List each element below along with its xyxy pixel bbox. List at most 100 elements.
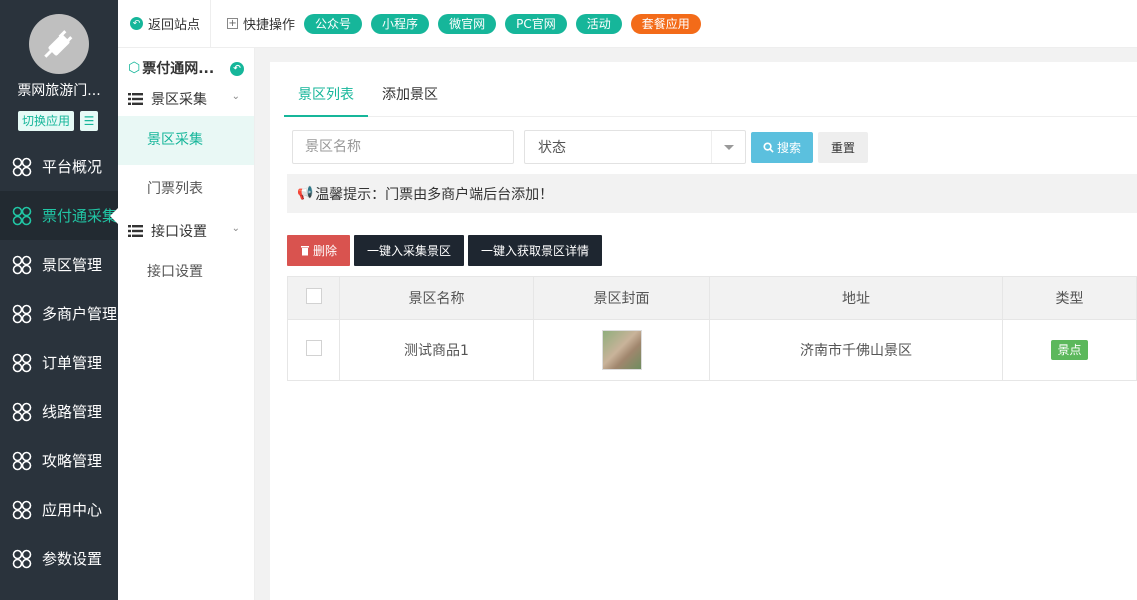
site-logo-avatar[interactable] [29, 14, 89, 74]
submenu-item-0-0[interactable]: 景区采集 [118, 116, 254, 165]
quick-tag-1[interactable]: 小程序 [371, 13, 430, 34]
list-icon [128, 225, 143, 237]
clover-icon [12, 353, 32, 372]
sidebar-item-label: 票付通采集 [42, 207, 118, 225]
sidebar-item-4[interactable]: 订单管理 [0, 338, 118, 387]
tip-banner: 📢 温馨提示：门票由多商户端后台添加！ [287, 174, 1137, 213]
submenu-group-0[interactable]: 景区采集 ⌄ [118, 88, 254, 110]
quick-tags: 公众号 小程序 微官网 PC官网 活动 套餐应用 [295, 13, 701, 34]
scenic-cover-cell [533, 319, 710, 381]
column-header-type: 类型 [1002, 276, 1137, 320]
select-all-checkbox[interactable] [305, 288, 322, 304]
cube-icon: ⬡ [128, 60, 141, 76]
submenu-group-label: 接口设置 [151, 224, 207, 240]
sidebar-item-label: 平台概况 [42, 158, 103, 176]
sidebar-item-8[interactable]: 参数设置 [0, 534, 118, 583]
quick-tag-5[interactable]: 套餐应用 [630, 13, 701, 34]
tip-text: 温馨提示：门票由多商户端后台添加！ [315, 186, 554, 203]
sidebar-item-1[interactable]: 票付通采集 [0, 191, 118, 240]
quick-tag-0[interactable]: 公众号 [304, 13, 363, 34]
status-select[interactable]: 状态 [524, 130, 746, 164]
batch-actions: 删除 一键入采集景区 一键入获取景区详情 [287, 235, 603, 266]
submenu-header: ⬡ 票付通网... ↶ [118, 48, 254, 88]
search-icon [763, 141, 774, 153]
sidebar-item-label: 多商户管理 [42, 305, 118, 323]
list-icon [128, 93, 143, 105]
sidebar-item-label: 景区管理 [42, 256, 103, 274]
sidebar-item-3[interactable]: 多商户管理 [0, 289, 118, 338]
table-row: 测试商品1 济南市千佛山景区 景点 [287, 319, 1137, 381]
scenic-table: 景区名称 景区封面 地址 类型 测试商品1 济南市千佛山景区 景点 [287, 276, 1137, 381]
sidebar-item-2[interactable]: 景区管理 [0, 240, 118, 289]
row-checkbox[interactable] [305, 340, 322, 356]
scenic-address-cell: 济南市千佛山景区 [709, 319, 1003, 381]
top-bar: ↶ 返回站点 + 快捷操作 公众号 小程序 微官网 PC官网 活动 套餐应用 [118, 0, 1137, 48]
clover-icon [12, 500, 32, 519]
submenu-group-label: 景区采集 [151, 92, 207, 108]
submenu-item-1-0[interactable]: 接口设置 [118, 248, 254, 297]
delete-button-label: 删除 [313, 244, 338, 258]
submenu-item-0-1[interactable]: 门票列表 [118, 165, 254, 214]
delete-button[interactable]: 删除 [287, 235, 351, 266]
sidebar-item-label: 应用中心 [42, 501, 103, 519]
table-header-row: 景区名称 景区封面 地址 类型 [287, 276, 1137, 320]
secondary-menu: ⬡ 票付通网... ↶ 景区采集 ⌄ 景区采集 门票列表 接口设置 ⌄ 接口设置 [118, 48, 255, 600]
scenic-name-cell: 测试商品1 [339, 319, 534, 381]
scenic-cover-image[interactable] [601, 330, 642, 370]
megaphone-icon: 📢 [297, 186, 314, 201]
status-select-value: 状态 [538, 140, 566, 156]
sidebar-item-label: 订单管理 [42, 354, 103, 372]
main-sidebar: 票网旅游门... 切换应用 ☰ 平台概况票付通采集景区管理多商户管理订单管理线路… [0, 0, 118, 600]
sidebar-item-6[interactable]: 攻略管理 [0, 436, 118, 485]
back-arrow-icon: ↶ [130, 17, 143, 30]
clover-icon [12, 304, 32, 323]
site-name: 票网旅游门... [17, 83, 101, 99]
menu-toggle-icon[interactable]: ☰ [80, 111, 99, 131]
chevron-down-icon: ⌄ [231, 91, 240, 102]
plus-square-icon: + [227, 18, 239, 29]
row-select-cell [287, 319, 340, 381]
quick-actions-label: 快捷操作 [243, 18, 296, 33]
quick-tag-2[interactable]: 微官网 [438, 13, 497, 34]
scenic-type-cell: 景点 [1002, 319, 1137, 381]
type-badge: 景点 [1051, 340, 1088, 360]
main-content-card: 景区列表添加景区 状态 搜索 重置 📢 温馨提示：门票由多商户端后台添加！ 删除 [270, 62, 1137, 600]
reset-button[interactable]: 重置 [818, 131, 869, 163]
filter-bar: 状态 搜索 重置 [292, 130, 869, 164]
clover-icon [12, 255, 32, 274]
submenu-group-1[interactable]: 接口设置 ⌄ [118, 220, 254, 242]
search-button-label: 搜索 [777, 140, 802, 155]
column-header-name: 景区名称 [339, 276, 534, 320]
content-tabs: 景区列表 添加景区 [284, 76, 1137, 117]
sidebar-item-label: 攻略管理 [42, 452, 103, 470]
column-header-cover: 景区封面 [533, 276, 710, 320]
sidebar-item-7[interactable]: 应用中心 [0, 485, 118, 534]
sidebar-item-0[interactable]: 平台概况 [0, 142, 118, 191]
sidebar-item-5[interactable]: 线路管理 [0, 387, 118, 436]
collect-scenic-button[interactable]: 一键入采集景区 [354, 235, 465, 266]
tab-0[interactable]: 景区列表 [284, 76, 368, 117]
select-all-cell [287, 276, 340, 320]
fetch-scenic-detail-button[interactable]: 一键入获取景区详情 [468, 235, 603, 266]
scenic-name-input[interactable] [292, 130, 514, 164]
trash-icon [301, 246, 309, 256]
back-to-site-label: 返回站点 [148, 18, 201, 33]
quick-actions[interactable]: + 快捷操作 [227, 14, 295, 33]
clover-icon [12, 157, 32, 176]
clover-icon [12, 549, 32, 568]
quick-tag-4[interactable]: 活动 [575, 13, 622, 34]
clover-icon [12, 402, 32, 421]
sidebar-nav: 平台概况票付通采集景区管理多商户管理订单管理线路管理攻略管理应用中心参数设置 [0, 142, 118, 583]
clover-icon [12, 451, 32, 470]
column-header-address: 地址 [709, 276, 1003, 320]
chevron-down-icon: ⌄ [231, 223, 240, 234]
sidebar-item-label: 参数设置 [42, 550, 103, 568]
search-button[interactable]: 搜索 [751, 131, 814, 163]
quick-tag-3[interactable]: PC官网 [505, 13, 567, 34]
tab-1[interactable]: 添加景区 [368, 76, 452, 117]
clover-icon [12, 206, 32, 225]
submenu-title: 票付通网... [142, 61, 215, 77]
back-to-site-button[interactable]: ↶ 返回站点 [118, 0, 212, 48]
submenu-back-icon[interactable]: ↶ [230, 62, 244, 76]
switch-app-button[interactable]: 切换应用 [18, 111, 75, 131]
